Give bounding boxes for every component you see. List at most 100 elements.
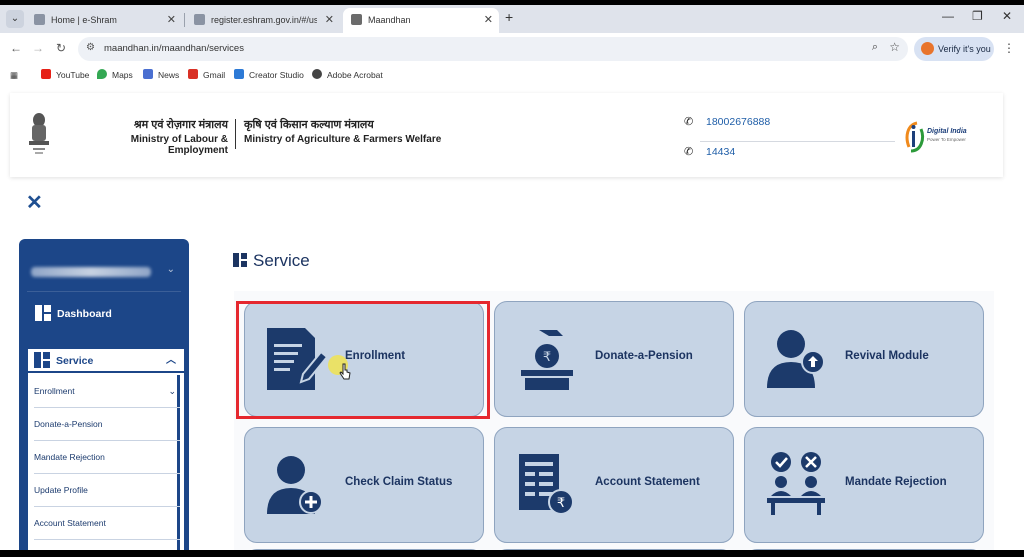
svg-text:₹: ₹: [543, 350, 551, 365]
card-label: Mandate Rejection: [845, 476, 947, 488]
submenu-account-statement[interactable]: Account Statement: [34, 507, 180, 540]
forward-icon[interactable]: →: [32, 41, 44, 55]
tab-divider: [184, 13, 185, 27]
service-grid-icon: [34, 352, 50, 368]
address-bar[interactable]: ⚙ maandhan.in/maandhan/services ⌕ ☆: [78, 37, 908, 61]
bookmark-gmail[interactable]: Gmail: [188, 68, 225, 83]
ministry-agriculture: कृषि एवं किसान कल्याण मंत्रालय Ministry …: [244, 117, 441, 145]
site-header: श्रम एवं रोज़गार मंत्रालय Ministry of La…: [10, 93, 1003, 177]
ministry-labour: श्रम एवं रोज़गार मंत्रालय Ministry of La…: [72, 117, 228, 156]
browser-menu-icon[interactable]: ⋮: [1003, 41, 1015, 55]
card-partial[interactable]: [494, 549, 734, 550]
adobe-acrobat-icon: [312, 69, 322, 79]
phone-number[interactable]: 18002676888: [706, 116, 770, 128]
mouse-pointer-icon: [339, 363, 351, 380]
submenu-donate-a-pension[interactable]: Donate-a-Pension: [34, 408, 180, 441]
phone-icon: ✆: [684, 116, 694, 128]
register-favicon-icon: [194, 14, 205, 25]
page: श्रम एवं रोज़गार मंत्रालय Ministry of La…: [0, 87, 1024, 550]
browser-window: ⌄ Home | e-Shram ✕ register.eshram.gov.i…: [0, 5, 1024, 550]
chevron-up-icon[interactable]: ︿: [166, 349, 176, 373]
bookmark-news[interactable]: News: [143, 68, 179, 83]
emblem-favicon-icon: [351, 14, 362, 25]
close-tab-icon[interactable]: ✕: [167, 8, 176, 33]
card-label: Account Statement: [595, 476, 700, 488]
digital-india-title: Digital India: [927, 128, 967, 135]
reload-icon[interactable]: ↻: [56, 41, 66, 55]
card-check-claim-status[interactable]: Check Claim Status: [244, 427, 484, 543]
url-text[interactable]: maandhan.in/maandhan/services: [104, 43, 244, 54]
apps-grid-icon[interactable]: ▦: [10, 68, 18, 83]
digital-india-mark-icon: [905, 121, 925, 153]
submenu-update-profile[interactable]: Update Profile: [34, 474, 180, 507]
sidebar-item-dashboard[interactable]: Dashboard: [35, 303, 112, 325]
submenu-label: Account Statement: [34, 518, 106, 528]
sidebar: ⌄ Dashboard Service ︿ Enrollment ⌄ Donate…: [19, 239, 189, 550]
profile-button[interactable]: Verify it's you: [914, 37, 994, 61]
chevron-down-icon[interactable]: ⌄: [167, 264, 175, 275]
submenu-mandate-rejection[interactable]: Mandate Rejection: [34, 441, 180, 474]
tab-maandhan[interactable]: Maandhan ✕: [343, 8, 499, 33]
sidebar-item-service[interactable]: Service ︿: [28, 349, 184, 373]
minimize-icon[interactable]: —: [942, 9, 954, 23]
chevron-down-icon[interactable]: ⌄: [168, 375, 176, 408]
creator-studio-icon: [234, 69, 244, 79]
zoom-icon[interactable]: ⌕: [872, 41, 878, 54]
submenu-label: Enrollment: [34, 386, 75, 396]
tab-title: Maandhan: [368, 15, 411, 25]
submenu-label: Update Profile: [34, 485, 88, 495]
enrollment-highlight-box: [236, 301, 490, 419]
bookmark-label: Maps: [112, 70, 133, 80]
bookmark-maps[interactable]: Maps: [97, 68, 133, 83]
card-partial[interactable]: [744, 549, 984, 550]
card-label: Check Claim Status: [345, 476, 453, 488]
profile-avatar-icon: [921, 42, 934, 55]
bookmark-creator-studio[interactable]: Creator Studio: [234, 68, 304, 83]
back-icon[interactable]: ←: [10, 41, 22, 55]
account-statement-icon: ₹: [519, 454, 574, 515]
submenu-enrollment[interactable]: Enrollment ⌄: [34, 375, 180, 408]
new-tab-icon[interactable]: +: [505, 9, 513, 25]
dashboard-grid-icon: [35, 305, 51, 321]
close-tab-icon[interactable]: ✕: [484, 8, 493, 33]
tab-register-eshram[interactable]: register.eshram.gov.in/#/user/s ✕: [186, 8, 340, 33]
bookmark-youtube[interactable]: YouTube: [41, 68, 89, 83]
page-title-text: Service: [253, 251, 310, 270]
bookmark-label: YouTube: [56, 70, 90, 80]
bookmark-label: Adobe Acrobat: [327, 70, 383, 80]
bookmark-star-icon[interactable]: ☆: [889, 40, 900, 54]
svg-text:₹: ₹: [557, 496, 565, 511]
page-title: Service: [233, 250, 310, 272]
service-grid-icon: [233, 253, 247, 267]
site-info-icon[interactable]: ⚙: [86, 42, 95, 53]
tab-search-chevron-icon[interactable]: ⌄: [6, 10, 24, 28]
bookmarks-bar: ▦ YouTube Maps News Gmail Creator Studio…: [0, 65, 1024, 87]
ministry-labour-hindi: श्रम एवं रोज़गार मंत्रालय: [133, 119, 228, 131]
card-revival-module[interactable]: Revival Module: [744, 301, 984, 417]
bookmark-adobe-acrobat[interactable]: Adobe Acrobat: [312, 68, 383, 83]
ministry-divider: [235, 119, 236, 149]
helpline-phone-1[interactable]: ✆ 18002676888: [684, 115, 770, 128]
card-partial[interactable]: [244, 549, 484, 550]
bookmark-label: News: [158, 70, 180, 80]
national-emblem-icon: [29, 113, 49, 154]
ministry-labour-english: Ministry of Labour & Employment: [130, 134, 228, 156]
phone-number[interactable]: 14434: [706, 146, 735, 158]
restore-icon[interactable]: ❐: [972, 9, 983, 23]
card-account-statement[interactable]: ₹ Account Statement: [494, 427, 734, 543]
ministry-agriculture-english: Ministry of Agriculture & Farmers Welfar…: [244, 134, 442, 145]
bookmark-label: Gmail: [203, 70, 226, 80]
digital-india-logo: Digital India Power To Empower: [903, 117, 983, 157]
welcome-user[interactable]: ⌄: [29, 261, 179, 285]
close-menu-icon[interactable]: ✕: [26, 193, 43, 213]
close-window-icon[interactable]: ✕: [1002, 9, 1012, 23]
tab-home-eshram[interactable]: Home | e-Shram ✕: [26, 8, 182, 33]
helpline-phone-2[interactable]: ✆ 14434: [684, 145, 735, 158]
digital-india-tagline: Power To Empower: [927, 137, 966, 142]
close-tab-icon[interactable]: ✕: [325, 8, 334, 33]
card-donate-a-pension[interactable]: ₹ Donate-a-Pension: [494, 301, 734, 417]
tab-strip: ⌄ Home | e-Shram ✕ register.eshram.gov.i…: [0, 5, 1024, 33]
news-icon: [143, 69, 153, 79]
profile-label: Verify it's you: [938, 44, 991, 54]
card-mandate-rejection[interactable]: Mandate Rejection: [744, 427, 984, 543]
